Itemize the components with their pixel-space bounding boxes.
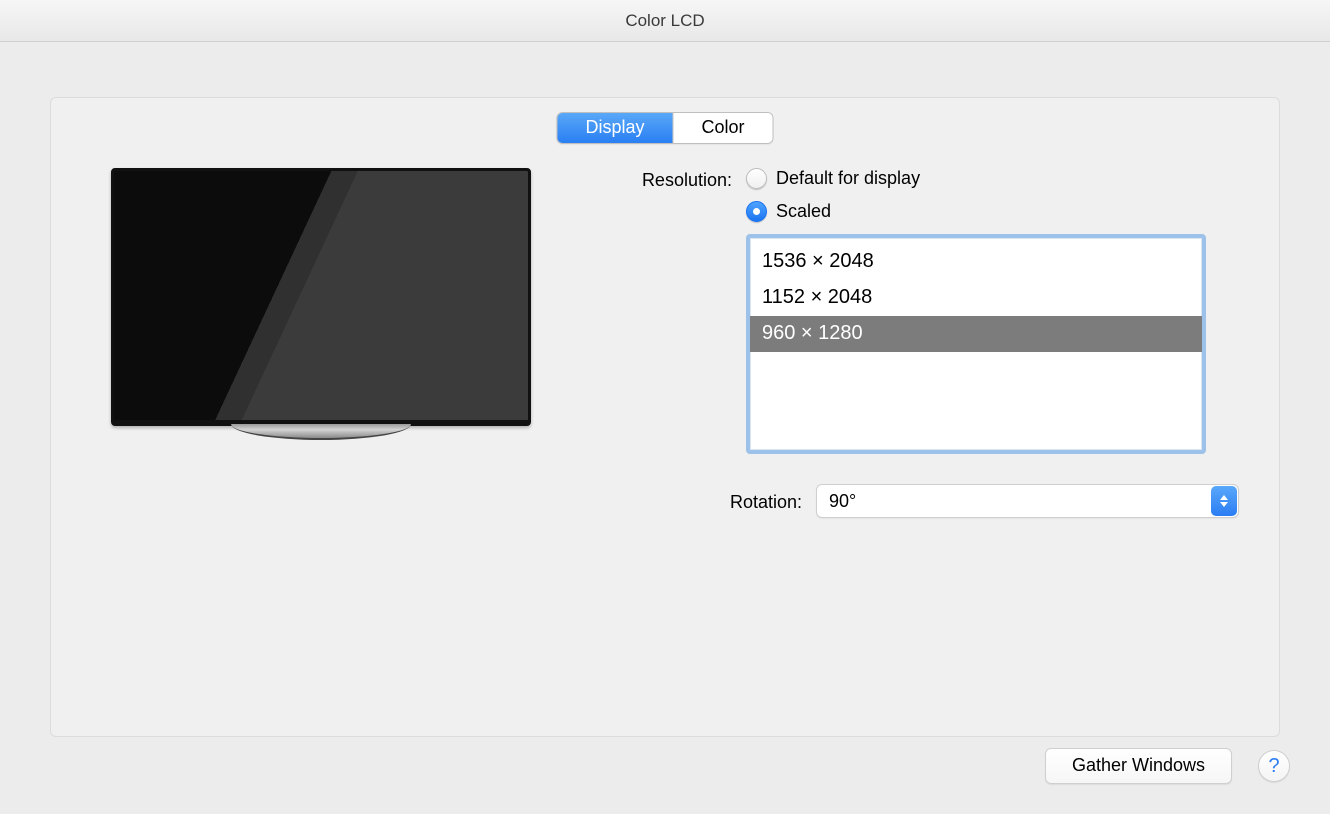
tab-color[interactable]: Color xyxy=(673,113,773,143)
select-stepper-icon xyxy=(1211,486,1237,516)
radio-scaled-label: Scaled xyxy=(776,201,831,222)
resolution-list-item[interactable]: 1536 × 2048 xyxy=(750,244,1202,280)
monitor-preview-col xyxy=(101,158,541,518)
radio-default-for-display[interactable]: Default for display xyxy=(746,168,1239,189)
resolution-list[interactable]: 1536 × 2048 1152 × 2048 960 × 1280 xyxy=(746,234,1206,454)
resolution-list-item-selected[interactable]: 960 × 1280 xyxy=(750,316,1202,352)
panel-inner: Resolution: Default for display Scaled 1… xyxy=(101,158,1239,518)
radio-unchecked-icon xyxy=(746,168,767,189)
resolution-options: Default for display Scaled 1536 × 2048 1… xyxy=(746,168,1239,454)
settings-panel: Resolution: Default for display Scaled 1… xyxy=(50,97,1280,737)
rotation-select-value: 90° xyxy=(816,484,1239,518)
content-area: Display Color Resolution: Default for di… xyxy=(0,42,1330,814)
radio-default-label: Default for display xyxy=(776,168,920,189)
rotation-row: Rotation: 90° xyxy=(581,484,1239,518)
radio-checked-icon xyxy=(746,201,767,222)
chevron-down-icon xyxy=(1220,502,1228,507)
resolution-list-item[interactable]: 1152 × 2048 xyxy=(750,280,1202,316)
rotation-select[interactable]: 90° xyxy=(816,484,1239,518)
gather-windows-button[interactable]: Gather Windows xyxy=(1045,748,1232,784)
rotation-label: Rotation: xyxy=(581,490,816,513)
resolution-label: Resolution: xyxy=(581,168,746,191)
window-title-bar: Color LCD xyxy=(0,0,1330,42)
settings-col: Resolution: Default for display Scaled 1… xyxy=(581,158,1239,518)
window-title: Color LCD xyxy=(625,11,704,31)
monitor-screen-icon xyxy=(111,168,531,426)
radio-scaled[interactable]: Scaled xyxy=(746,201,1239,222)
help-button[interactable]: ? xyxy=(1258,750,1290,782)
footer-controls: Gather Windows ? xyxy=(1045,748,1290,784)
chevron-up-icon xyxy=(1220,495,1228,500)
rotation-value-text: 90° xyxy=(829,491,856,512)
monitor-preview xyxy=(111,168,531,518)
monitor-stand-icon xyxy=(231,424,411,440)
tab-control: Display Color xyxy=(556,112,773,144)
tab-display[interactable]: Display xyxy=(557,113,672,143)
resolution-row: Resolution: Default for display Scaled 1… xyxy=(581,168,1239,454)
